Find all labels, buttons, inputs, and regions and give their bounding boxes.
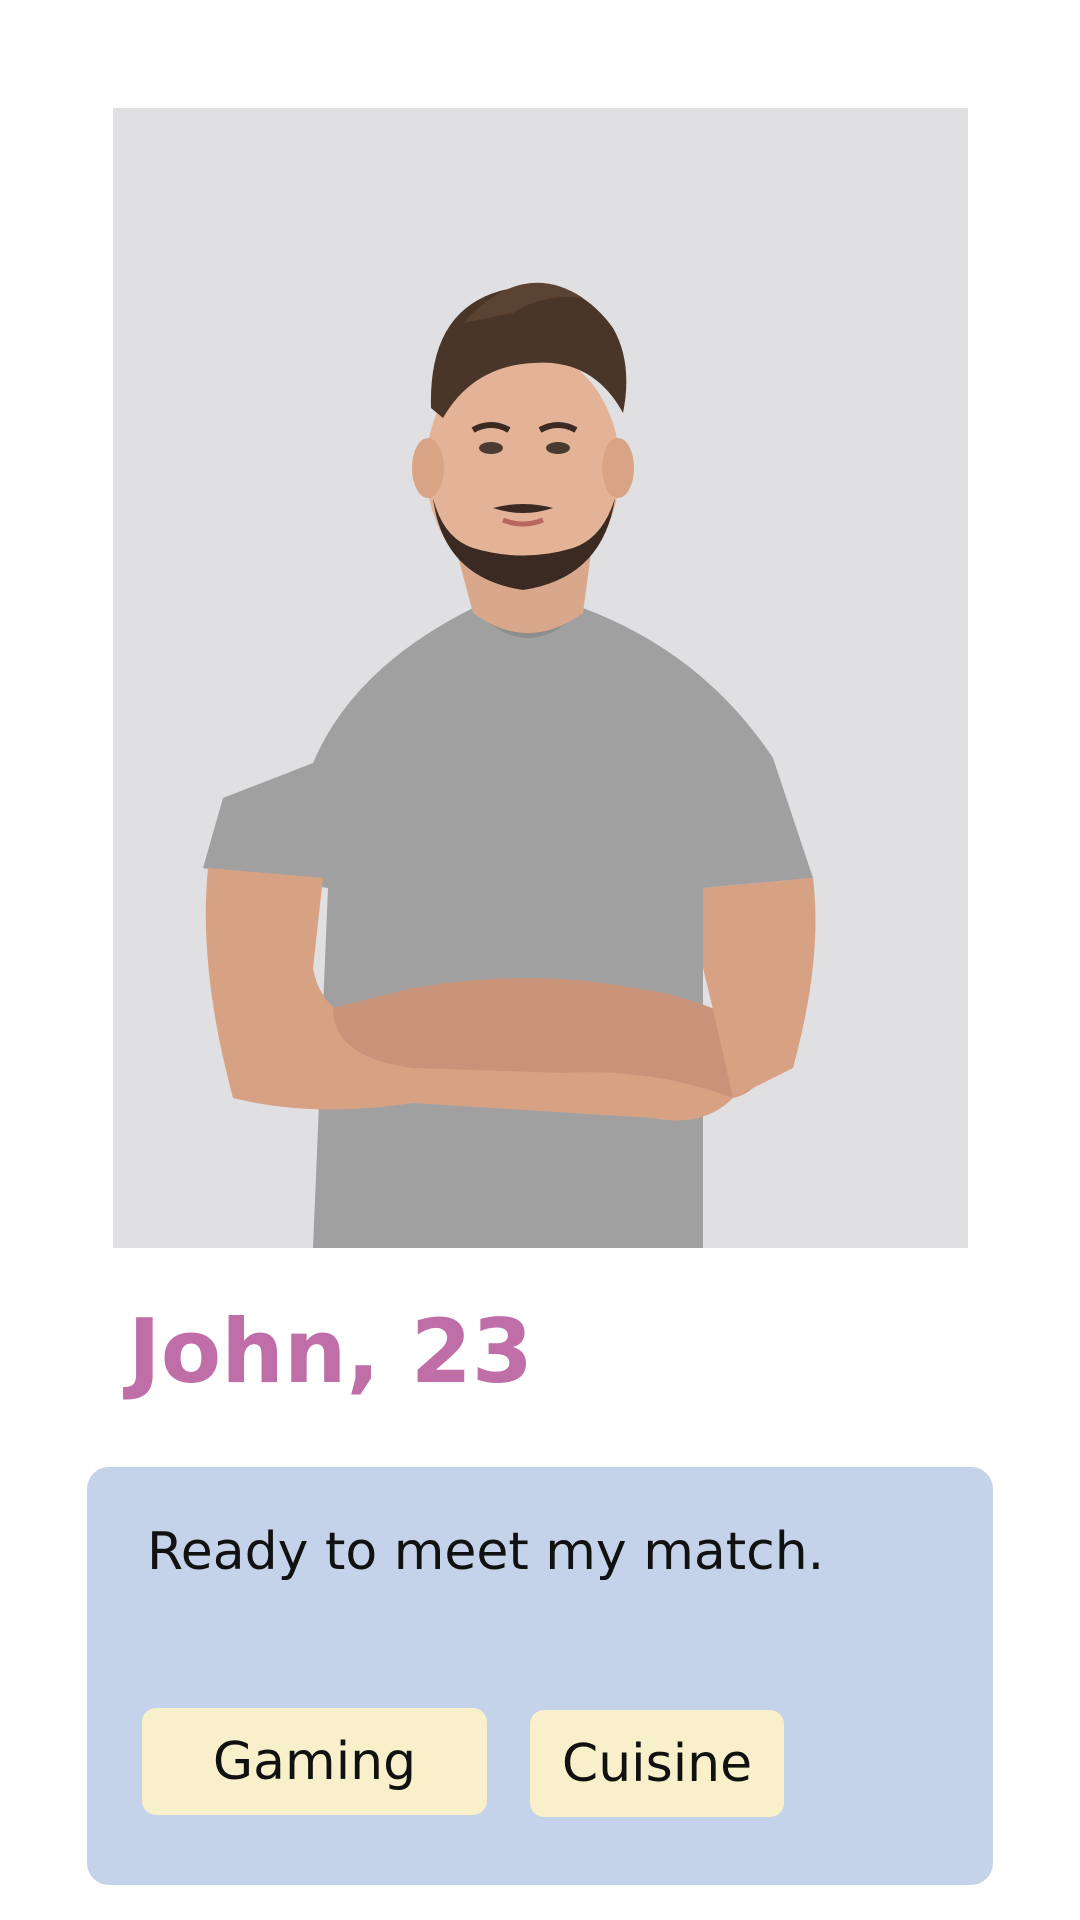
profile-photo[interactable]	[113, 108, 968, 1248]
interest-tag-gaming[interactable]: Gaming	[142, 1708, 487, 1815]
profile-name-age: John, 23	[128, 1300, 534, 1403]
bio-card: Ready to meet my match. Gaming Cuisine	[87, 1467, 993, 1885]
profile-screen: John, 23 Ready to meet my match. Gaming …	[0, 0, 1080, 1920]
bio-text: Ready to meet my match.	[147, 1522, 825, 1582]
person-illustration	[113, 108, 968, 1248]
interest-tag-cuisine[interactable]: Cuisine	[530, 1710, 784, 1817]
